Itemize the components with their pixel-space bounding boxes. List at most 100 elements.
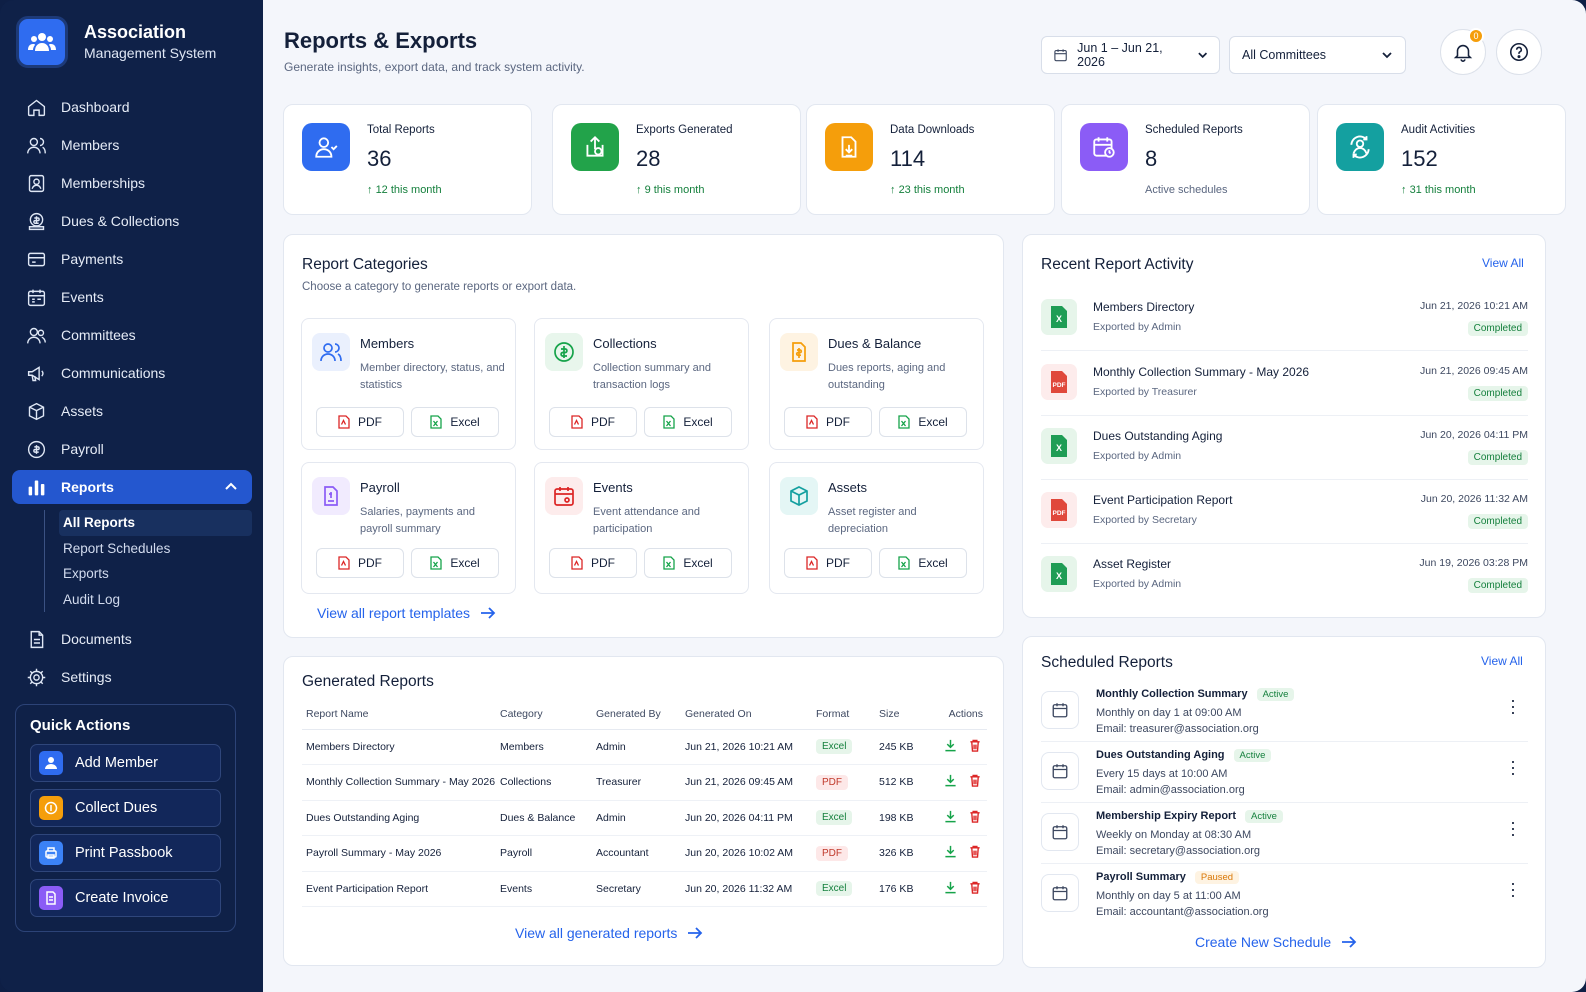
status-badge: Completed: [1467, 386, 1528, 401]
sidebar-item-dues[interactable]: Dues & Collections: [12, 202, 252, 240]
activity-name: Monthly Collection Summary - May 2026: [1093, 365, 1310, 379]
activity-view-all-link[interactable]: View All: [1482, 256, 1524, 270]
sidebar-item-members[interactable]: Members: [12, 126, 252, 164]
brand[interactable]: Association Management System: [16, 16, 216, 68]
activity-item[interactable]: X Members Directory Exported by Admin Ju…: [1041, 287, 1528, 351]
activity-item[interactable]: PDF Monthly Collection Summary - May 202…: [1041, 352, 1528, 416]
table-row[interactable]: Payroll Summary - May 2026 Payroll Accou…: [302, 835, 987, 872]
download-icon[interactable]: [944, 739, 957, 752]
date-range-picker[interactable]: Jun 1 – Jun 21, 2026: [1041, 36, 1220, 74]
category-name: Members: [360, 336, 415, 351]
delete-icon[interactable]: [969, 739, 981, 752]
download-icon[interactable]: [944, 881, 957, 894]
payroll-excel-button[interactable]: Excel: [411, 548, 499, 578]
print-passbook-button[interactable]: Print Passbook: [30, 834, 221, 872]
size-cell: 176 KB: [879, 871, 937, 907]
schedule-item[interactable]: Monthly Collection Summary Active Monthly…: [1041, 681, 1528, 742]
subnav-all-reports[interactable]: All Reports: [59, 510, 252, 536]
collect-dues-button[interactable]: Collect Dues: [30, 789, 221, 827]
help-button[interactable]: [1496, 29, 1542, 75]
size-cell: 198 KB: [879, 800, 937, 836]
create-invoice-button[interactable]: Create Invoice: [30, 879, 221, 917]
subnav-exports[interactable]: Exports: [63, 561, 252, 587]
download-icon[interactable]: [944, 845, 957, 858]
payroll-pdf-button[interactable]: PDF: [316, 548, 404, 578]
category-description: Collection summary and transaction logs: [593, 362, 711, 391]
events-pdf-button[interactable]: PDF: [549, 548, 637, 578]
stat-value: 28: [636, 146, 661, 171]
subnav-report-schedules[interactable]: Report Schedules: [63, 536, 252, 562]
download-icon[interactable]: [944, 774, 957, 787]
view-all-report-templates-link[interactable]: View all report templates: [317, 605, 496, 621]
activity-name: Event Participation Report: [1093, 493, 1233, 507]
arrow-right-icon: [1342, 936, 1357, 948]
sidebar-item-payments[interactable]: Payments: [12, 240, 252, 278]
category-card-members[interactable]: Members Member directory, status, and st…: [301, 318, 516, 450]
sidebar-item-committees[interactable]: Committees: [12, 316, 252, 354]
activity-item[interactable]: PDF Event Participation Report Exported …: [1041, 480, 1528, 544]
activity-date: Jun 21, 2026 09:45 AM: [1420, 365, 1528, 377]
sidebar-item-events[interactable]: Events: [12, 278, 252, 316]
schedule-item[interactable]: Dues Outstanding Aging Active Every 15 da…: [1041, 742, 1528, 803]
more-options-icon[interactable]: · · ·: [1510, 752, 1516, 782]
create-new-schedule-link[interactable]: Create New Schedule: [1195, 934, 1357, 950]
members-excel-button[interactable]: Excel: [411, 407, 499, 437]
more-options-icon[interactable]: · · ·: [1510, 874, 1516, 904]
table-row[interactable]: Dues Outstanding Aging Dues & Balance Ad…: [302, 800, 987, 836]
scheduled-view-all-link[interactable]: View All: [1481, 654, 1523, 668]
category-card-assets[interactable]: Assets Asset register and depreciation P…: [769, 462, 984, 594]
category-name: Assets: [828, 480, 868, 495]
quick-action-label: Print Passbook: [75, 845, 173, 861]
committee-select[interactable]: All Committees: [1229, 36, 1406, 74]
table-row[interactable]: Members Directory Members Admin Jun 21, …: [302, 729, 987, 765]
category-card-events[interactable]: Events Event attendance and participatio…: [534, 462, 749, 594]
assets-excel-button[interactable]: Excel: [879, 548, 967, 578]
quick-actions-title: Quick Actions: [30, 717, 131, 734]
assets-pdf-button[interactable]: PDF: [784, 548, 872, 578]
add-member-button[interactable]: Add Member: [30, 744, 221, 782]
category-card-dues-balance[interactable]: Dues & Balance Dues reports, aging and o…: [769, 318, 984, 450]
generated-reports-panel: Generated Reports Report Name Category G…: [283, 656, 1004, 966]
document-icon: [30, 630, 44, 648]
collections-pdf-button[interactable]: PDF: [549, 407, 637, 437]
delete-icon[interactable]: [969, 810, 981, 823]
view-all-generated-reports-link[interactable]: View all generated reports: [515, 925, 703, 941]
sidebar-item-reports[interactable]: Reports: [12, 470, 252, 504]
category-card-payroll[interactable]: Payroll Salaries, payments and payroll s…: [301, 462, 516, 594]
schedule-item[interactable]: Payroll Summary Paused Monthly on day 5 a…: [1041, 864, 1528, 925]
more-options-icon[interactable]: · · ·: [1510, 691, 1516, 721]
sidebar-item-memberships[interactable]: Memberships: [12, 164, 252, 202]
sidebar-item-documents[interactable]: Documents: [12, 620, 252, 658]
sidebar-item-assets[interactable]: Assets: [12, 392, 252, 430]
download-icon[interactable]: [944, 810, 957, 823]
table-row[interactable]: Event Participation Report Events Secret…: [302, 871, 987, 907]
dues-excel-button[interactable]: Excel: [879, 407, 967, 437]
sidebar-item-communications[interactable]: Communications: [12, 354, 252, 392]
stat-delta: ↑ 12 this month: [367, 184, 442, 196]
more-options-icon[interactable]: · · ·: [1510, 813, 1516, 843]
members-pdf-button[interactable]: PDF: [316, 407, 404, 437]
delete-icon[interactable]: [969, 881, 981, 894]
users-icon: [312, 333, 350, 371]
table-row[interactable]: Monthly Collection Summary - May 2026 Co…: [302, 764, 987, 801]
category-card-collections[interactable]: Collections Collection summary and trans…: [534, 318, 749, 450]
activity-item[interactable]: X Asset Register Exported by Admin Jun 1…: [1041, 544, 1528, 608]
events-excel-button[interactable]: Excel: [644, 548, 732, 578]
notifications-button[interactable]: 0: [1440, 28, 1486, 75]
delete-icon[interactable]: [969, 845, 981, 859]
category-cell: Collections: [500, 764, 596, 801]
arrow-up-icon: ↑: [367, 184, 376, 196]
subnav-audit-log[interactable]: Audit Log: [63, 587, 252, 613]
activity-date: Jun 19, 2026 03:28 PM: [1419, 557, 1528, 569]
activity-item[interactable]: X Dues Outstanding Aging Exported by Adm…: [1041, 416, 1528, 480]
sidebar-item-payroll[interactable]: Payroll: [12, 430, 252, 468]
sidebar-item-label: Reports: [61, 479, 114, 495]
collections-excel-button[interactable]: Excel: [644, 407, 732, 437]
report-name-cell: Dues Outstanding Aging: [302, 800, 500, 836]
schedule-item[interactable]: Membership Expiry Report Active Weekly on…: [1041, 803, 1528, 864]
sidebar-item-settings[interactable]: Settings: [12, 658, 252, 696]
sidebar-item-dashboard[interactable]: Dashboard: [12, 88, 252, 126]
chevron-up-icon[interactable]: [224, 480, 238, 494]
delete-icon[interactable]: [969, 774, 981, 788]
dues-pdf-button[interactable]: PDF: [784, 407, 872, 437]
